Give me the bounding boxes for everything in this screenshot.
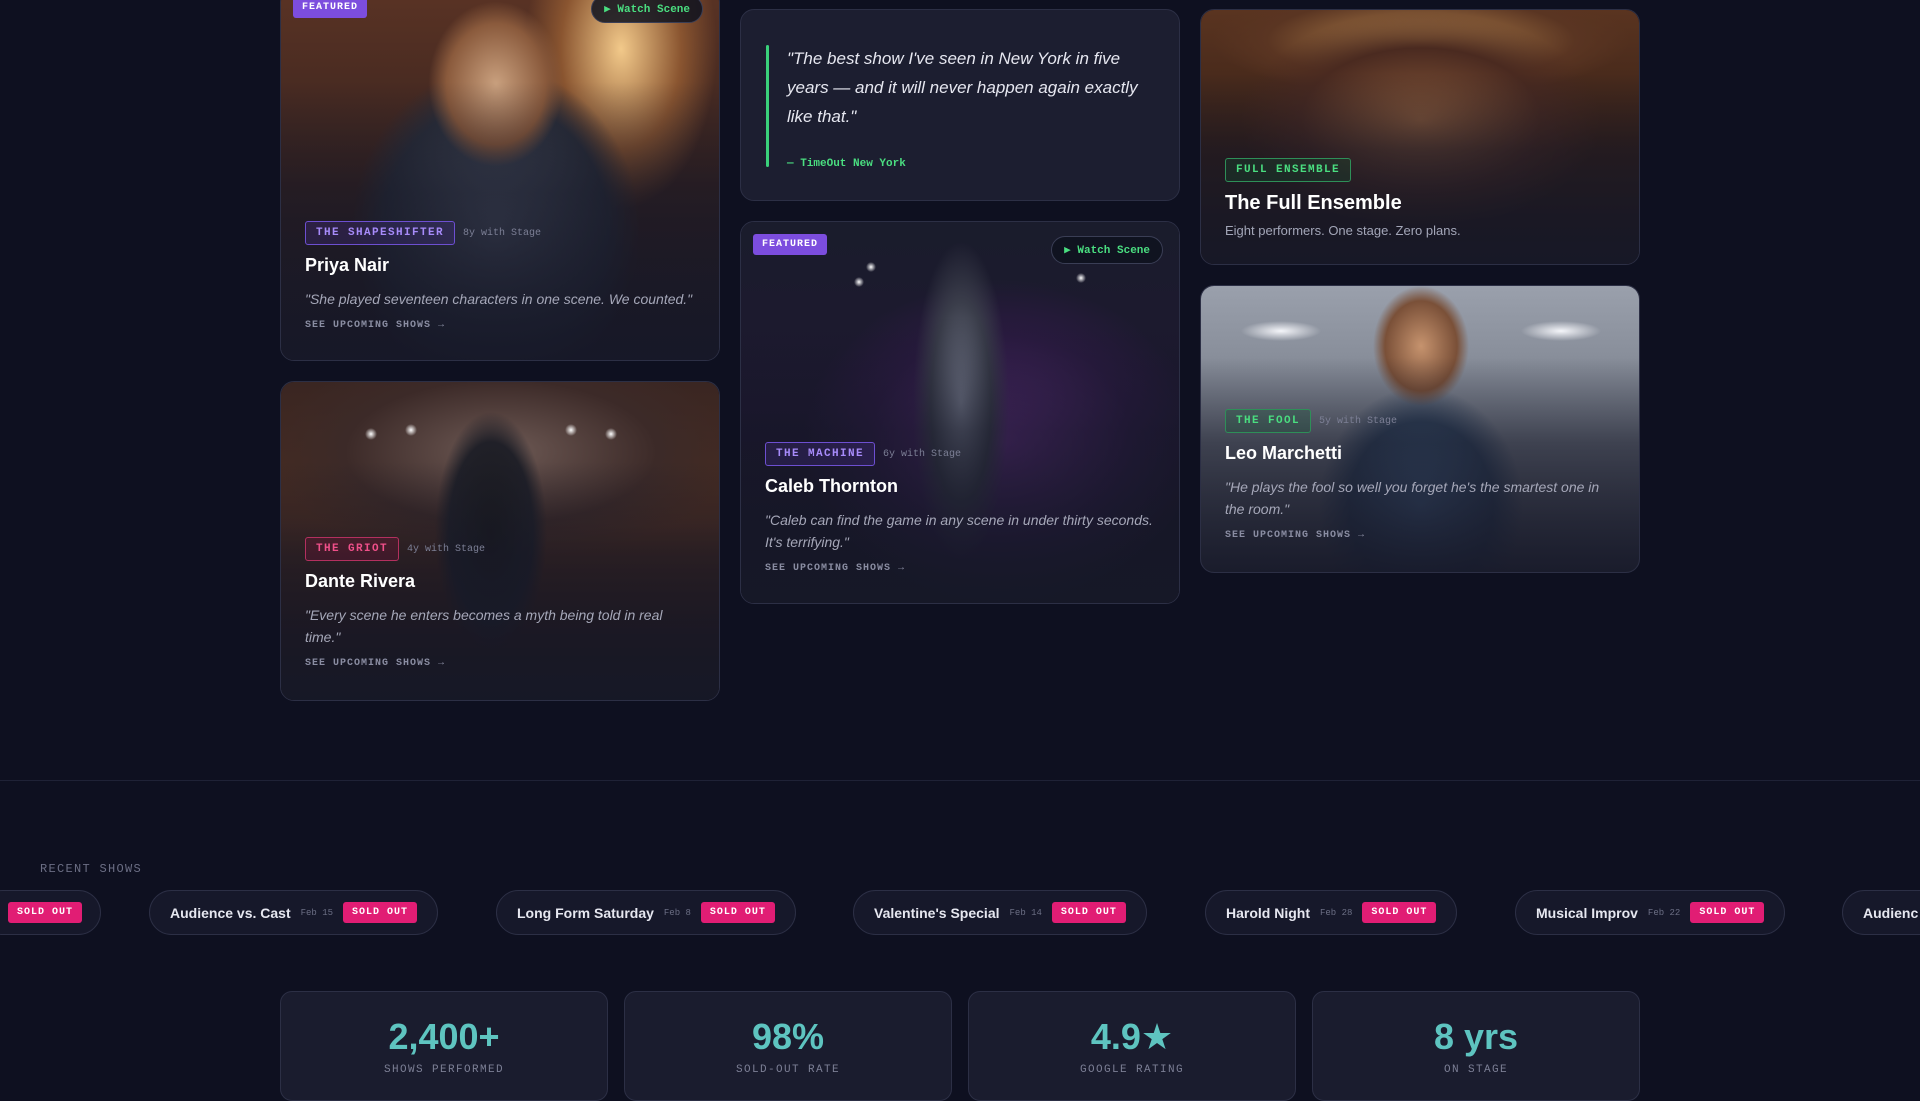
show-name: Audience vs. Cast [170,904,291,921]
ensemble-card[interactable]: FULL ENSEMBLE The Full Ensemble Eight pe… [1200,9,1640,265]
show-date: Feb 28 [1320,907,1353,918]
sold-out-badge: SOLD OUT [343,902,418,923]
sold-out-badge: SOLD OUT [1690,902,1765,923]
sold-out-badge: SOLD OUT [7,902,82,923]
stat-card-years: 8 yrs ON STAGE [1312,991,1640,1101]
featured-badge: FEATURED [293,0,368,18]
stat-value: 98% [751,1016,825,1057]
recent-show-pill[interactable]: Long Form Saturday Feb 8 SOLD OUT [496,890,796,935]
tenure-text: 6y with Stage [883,448,962,460]
performer-quote: "He plays the fool so well you forget he… [1225,479,1600,517]
performer-quote: "Every scene he enters becomes a myth be… [305,607,663,645]
stat-label: SOLD-OUT RATE [735,1064,840,1076]
stat-value: 8 yrs [1433,1016,1519,1057]
recent-show-pill[interactable]: Valentine's Special Feb 14 SOLD OUT [853,890,1147,935]
watch-scene-button[interactable]: ▶ Watch Scene [591,0,703,23]
show-date: Feb 15 [300,907,334,918]
press-quote-card: "The best show I've seen in New York in … [740,9,1180,201]
role-tag: THE FOOL [1225,409,1312,433]
performer-name: Priya Nair [305,255,390,275]
show-date: Feb 14 [1009,907,1042,918]
recent-show-pill[interactable]: Audienc [1842,890,1920,935]
recent-show-pill[interactable]: Harold Night Feb 28 SOLD OUT [1205,890,1458,935]
stat-label: ON STAGE [1443,1064,1508,1076]
ensemble-title: The Full Ensemble [1225,192,1402,214]
stat-card-sold-out: 98% SOLD-OUT RATE [624,991,952,1101]
watch-scene-button[interactable]: ▶ Watch Scene [1051,236,1163,264]
see-upcoming-shows-link[interactable]: SEE UPCOMING SHOWS → [1225,530,1615,541]
performer-card-priya[interactable]: FEATURED ▶ Watch Scene THE SHAPESHIFTER … [280,0,720,361]
stat-card-rating: 4.9★ GOOGLE RATING [968,991,1296,1101]
section-divider [0,780,1920,781]
show-name: Musical Improv [1536,904,1638,921]
show-date: Feb 22 [1647,907,1681,918]
performer-card-caleb[interactable]: FEATURED ▶ Watch Scene THE MACHINE 6y wi… [740,221,1180,604]
performer-card-dante[interactable]: THE GRIOT 4y with Stage Dante Rivera "Ev… [280,381,720,701]
sold-out-badge: SOLD OUT [1051,902,1126,923]
stat-value: 4.9★ [1090,1016,1174,1057]
ensemble-subtitle: Eight performers. One stage. Zero plans. [1225,223,1461,238]
performer-card-leo[interactable]: THE FOOL 5y with Stage Leo Marchetti "He… [1200,285,1640,573]
show-name: Harold Night [1226,904,1310,921]
press-quote-text: "The best show I've seen in New York in … [787,49,1138,126]
quote-accent-bar [766,45,769,167]
performer-name: Dante Rivera [305,571,416,591]
performer-quote: "She played seventeen characters in one … [305,291,693,307]
role-tag: THE MACHINE [765,442,876,466]
sold-out-badge: SOLD OUT [700,902,775,923]
recent-shows-label: RECENT SHOWS [40,862,143,876]
see-upcoming-shows-link[interactable]: SEE UPCOMING SHOWS → [305,658,695,669]
show-name: Valentine's Special [874,904,1000,921]
performer-name: Caleb Thornton [765,476,898,496]
performer-name: Leo Marchetti [1225,443,1343,463]
show-name: Audienc [1863,904,1919,921]
press-quote-source: — TimeOut New York [787,158,906,170]
show-name: Long Form Saturday [517,904,654,921]
tenure-text: 8y with Stage [463,227,542,239]
see-upcoming-shows-link[interactable]: SEE UPCOMING SHOWS → [305,320,695,331]
recent-show-pill[interactable]: Musical Improv Feb 22 SOLD OUT [1515,890,1786,935]
stat-label: GOOGLE RATING [1079,1064,1184,1076]
role-tag: FULL ENSEMBLE [1225,158,1352,182]
see-upcoming-shows-link[interactable]: SEE UPCOMING SHOWS → [765,563,1155,574]
tenure-text: 4y with Stage [407,543,486,555]
stat-value: 2,400+ [388,1016,500,1057]
stat-label: SHOWS PERFORMED [383,1064,505,1076]
performer-quote: "Caleb can find the game in any scene in… [765,512,1153,550]
sold-out-badge: SOLD OUT [1362,902,1437,923]
role-tag: THE GRIOT [305,537,400,561]
role-tag: THE SHAPESHIFTER [305,221,456,245]
tenure-text: 5y with Stage [1319,415,1398,427]
show-date: Feb 8 [663,907,691,918]
stat-card-shows: 2,400+ SHOWS PERFORMED [280,991,608,1101]
recent-show-pill[interactable]: SOLD OUT [0,890,101,935]
recent-show-pill[interactable]: Audience vs. Cast Feb 15 SOLD OUT [149,890,439,935]
featured-badge: FEATURED [753,234,828,255]
